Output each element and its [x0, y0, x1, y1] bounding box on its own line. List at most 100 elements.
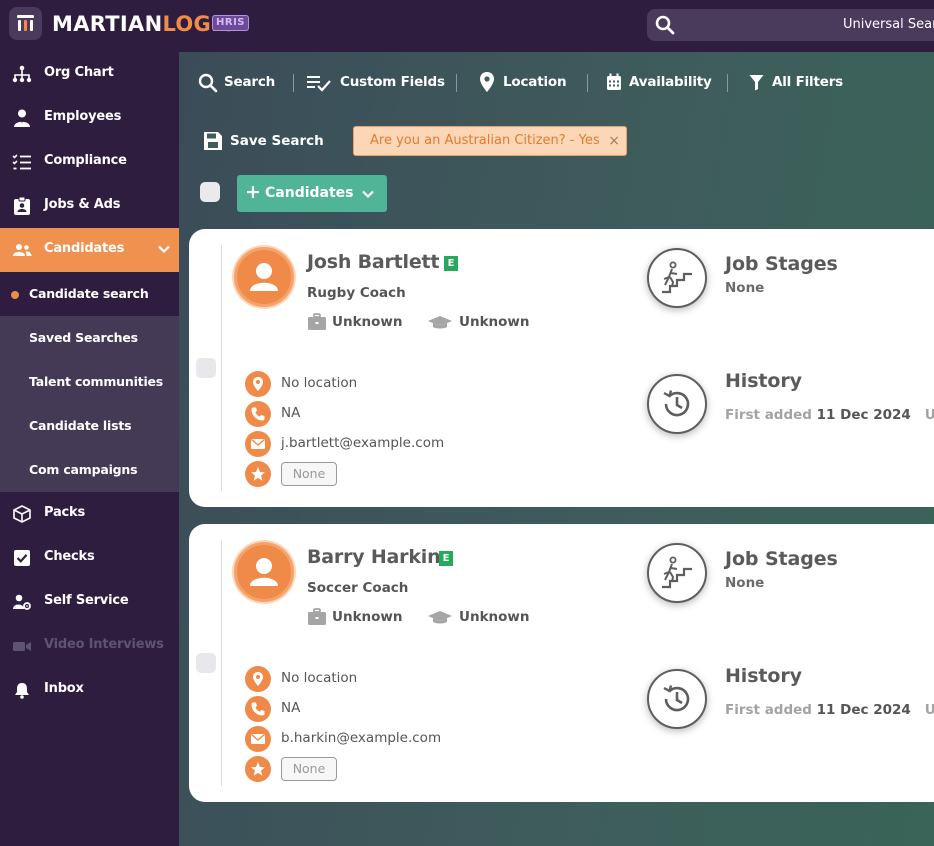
sidebar-item-label: Candidates: [44, 241, 125, 256]
search-filter-label: Search: [224, 74, 276, 90]
phone-icon: [245, 401, 271, 427]
candidate-education-value: Unknown: [459, 314, 530, 330]
envelope-icon: [245, 431, 271, 457]
map-pin-icon: [480, 72, 494, 92]
active-filter-label: Are you an Australian Citizen? - Yes: [370, 133, 600, 148]
top-bar: MARTIANLOGIC HRIS Universal Search: [0, 0, 934, 52]
candidate-checkbox[interactable]: [196, 358, 216, 378]
status-badge: E: [444, 256, 458, 271]
candidate-card: Barry Harkin E Soccer Coach Unknown Unkn…: [189, 524, 934, 802]
filter-icon: [749, 75, 764, 91]
plus-icon: +: [245, 181, 261, 203]
sidebar-item-label: Employees: [44, 109, 122, 124]
sidebar-item-checks[interactable]: Checks: [0, 536, 179, 580]
org-chart-icon: [12, 65, 32, 83]
availability-filter-label: Availability: [629, 74, 712, 90]
sidebar-item-label: Checks: [44, 549, 95, 564]
candidate-email-value[interactable]: b.harkin@example.com: [281, 730, 441, 746]
sidebar-item-compliance[interactable]: Compliance: [0, 140, 179, 184]
toolbar-divider: [456, 74, 457, 92]
employee-icon: [14, 109, 30, 127]
sidebar: Org Chart Employees Compliance Jobs & Ad…: [0, 52, 179, 846]
candidate-name[interactable]: Barry Harkin: [307, 546, 441, 568]
submenu-item-saved-searches[interactable]: Saved Searches: [0, 316, 179, 360]
floppy-disk-icon: [204, 132, 222, 150]
user-icon: [250, 558, 278, 586]
submenu-item-talent-communities[interactable]: Talent communities: [0, 360, 179, 404]
location-filter-button[interactable]: Location: [479, 71, 574, 95]
sidebar-item-employees[interactable]: Employees: [0, 96, 179, 140]
sidebar-item-inbox[interactable]: Inbox: [0, 668, 179, 712]
submenu-item-label: Com campaigns: [29, 462, 138, 477]
candidate-education: Unknown: [427, 608, 557, 628]
candidate-location-value: No location: [281, 670, 358, 686]
sidebar-item-label: Jobs & Ads: [44, 197, 121, 212]
toolbar-divider: [293, 74, 294, 92]
calendar-icon: [607, 73, 621, 90]
card-divider: [221, 540, 222, 786]
search-icon: [655, 15, 675, 35]
rating-chip[interactable]: None: [281, 757, 337, 781]
map-pin-icon: [245, 666, 271, 692]
sidebar-item-candidates[interactable]: Candidates: [0, 228, 179, 272]
user-icon: [250, 263, 278, 291]
candidate-name[interactable]: Josh Bartlett: [307, 251, 439, 273]
toolbar-divider: [587, 74, 588, 92]
add-candidates-button[interactable]: + Candidates: [237, 175, 387, 212]
job-stages-button[interactable]: [647, 248, 707, 308]
current-indicator: [11, 291, 19, 299]
submenu-item-candidate-search[interactable]: Candidate search: [0, 272, 179, 316]
list-check-icon: [307, 76, 331, 92]
candidate-rating: None: [245, 461, 545, 487]
avatar[interactable]: [234, 247, 294, 307]
candidate-title: Rugby Coach: [307, 285, 406, 301]
search-filter-button[interactable]: Search: [198, 71, 278, 95]
first-added-label: First added: [725, 702, 817, 718]
all-filters-button[interactable]: All Filters: [749, 71, 844, 95]
sidebar-item-jobs-ads[interactable]: Jobs & Ads: [0, 184, 179, 228]
candidates-submenu: Candidate search Saved Searches Talent c…: [0, 272, 179, 492]
job-stages-button[interactable]: [647, 543, 707, 603]
sidebar-item-self-service[interactable]: Self Service: [0, 580, 179, 624]
sidebar-item-org-chart[interactable]: Org Chart: [0, 52, 179, 96]
map-pin-icon: [245, 371, 271, 397]
brand-badge: HRIS: [212, 15, 249, 31]
candidate-work-value: Unknown: [332, 609, 403, 625]
sidebar-item-video-interviews: Video Interviews: [0, 624, 179, 668]
card-divider: [221, 245, 222, 491]
candidate-location-value: No location: [281, 375, 358, 391]
custom-fields-button[interactable]: Custom Fields: [306, 71, 445, 95]
candidate-phone: NA: [245, 401, 545, 427]
briefcase-icon: [308, 313, 326, 330]
brand-name-part1: MARTIAN: [52, 12, 163, 36]
candidate-email-value[interactable]: j.bartlett@example.com: [281, 435, 444, 451]
app-logo-icon[interactable]: [9, 7, 42, 40]
candidate-card: Josh Bartlett E Rugby Coach Unknown Unkn…: [189, 229, 934, 507]
candidate-phone-value: NA: [281, 405, 301, 421]
job-stages-value: None: [725, 575, 765, 591]
submenu-item-com-campaigns[interactable]: Com campaigns: [0, 448, 179, 492]
candidate-location: No location: [245, 666, 545, 692]
sidebar-item-label: Inbox: [44, 681, 84, 696]
status-badge: E: [439, 551, 453, 566]
select-all-checkbox[interactable]: [200, 182, 220, 202]
history-button[interactable]: [647, 669, 707, 729]
sidebar-item-packs[interactable]: Packs: [0, 492, 179, 536]
envelope-icon: [245, 726, 271, 752]
first-added-date: 11 Dec 2024: [816, 407, 911, 423]
availability-filter-button[interactable]: Availability: [606, 71, 716, 95]
stairs-climber-icon: [662, 556, 692, 589]
rating-chip[interactable]: None: [281, 462, 337, 486]
close-icon[interactable]: ×: [608, 133, 620, 149]
history-button[interactable]: [647, 374, 707, 434]
submenu-item-candidate-lists[interactable]: Candidate lists: [0, 404, 179, 448]
all-filters-label: All Filters: [772, 74, 843, 90]
avatar[interactable]: [234, 542, 294, 602]
universal-search-input[interactable]: Universal Search: [647, 9, 934, 41]
candidate-checkbox[interactable]: [196, 653, 216, 673]
active-filter-chip[interactable]: Are you an Australian Citizen? - Yes ×: [353, 126, 627, 156]
first-added-label: First added: [725, 407, 817, 423]
candidate-rating: None: [245, 756, 545, 782]
location-filter-label: Location: [503, 74, 567, 90]
custom-fields-label: Custom Fields: [340, 74, 445, 90]
